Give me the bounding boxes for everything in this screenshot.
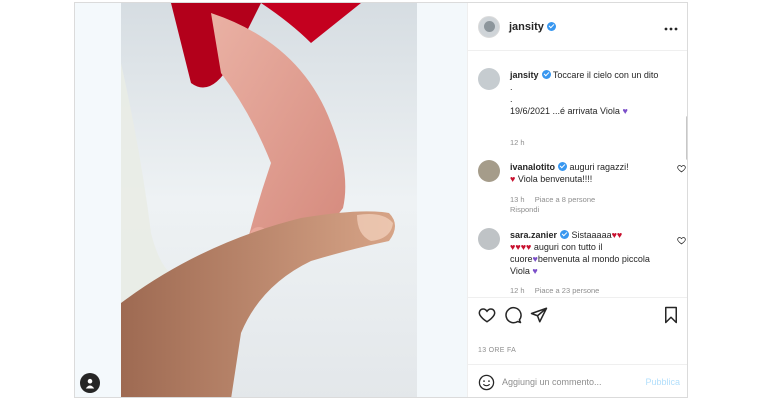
red-heart-icon: ♥ [510, 174, 516, 184]
caption-line-1: Toccare il cielo con un dito [552, 70, 659, 80]
comment-icon[interactable] [504, 306, 522, 324]
comment-likes[interactable]: Piace a 23 persone [535, 286, 600, 295]
comment-text-part: Viola benvenuta!!!! [517, 174, 593, 184]
caption-line-4: 19/6/2021 ...é arrivata Viola [510, 106, 620, 116]
like-comment-icon[interactable] [677, 236, 686, 245]
comment-username[interactable]: sara.zanier [510, 230, 557, 240]
baby-foot-photo [121, 3, 417, 397]
comment-likes[interactable]: Piace a 8 persone [535, 195, 595, 204]
comment-text: sara.zanier Sistaaaaa♥♥ ♥♥♥♥ auguri con … [510, 229, 668, 277]
post-header: jansity [468, 3, 687, 51]
avatar[interactable] [478, 15, 500, 38]
photo-padding [75, 3, 121, 397]
comment-username[interactable]: ivanalotito [510, 162, 555, 172]
share-icon[interactable] [530, 306, 548, 324]
comment-text-part: auguri ragazzi! [569, 162, 629, 172]
comment-meta: 12 h Piace a 23 persone [510, 286, 607, 295]
comment-meta: 13 h Piace a 8 persone [510, 195, 603, 204]
purple-heart-icon: ♥ [532, 266, 538, 276]
comment-input[interactable] [502, 373, 632, 391]
save-icon[interactable] [662, 306, 680, 324]
post-modal: jansity jansity Toccare il cielo con un … [74, 2, 688, 398]
action-bar [468, 297, 687, 331]
reply-link[interactable]: Rispondi [510, 205, 539, 214]
caption-text: jansity Toccare il cielo con un dito . .… [510, 69, 668, 117]
emoji-icon[interactable] [478, 374, 495, 391]
comment-text: ivanalotito auguri ragazzi! ♥ Viola benv… [510, 161, 668, 185]
comments-list[interactable]: jansity Toccare il cielo con un dito . .… [468, 52, 687, 297]
avatar[interactable] [478, 160, 500, 182]
avatar[interactable] [478, 68, 500, 90]
caption-line-2: . [510, 82, 513, 92]
post-time: 13 ORE FA [478, 347, 517, 354]
purple-heart-icon: ♥ [622, 106, 628, 116]
verified-badge-icon [546, 22, 556, 31]
verified-badge-icon [558, 162, 568, 171]
red-heart-icon: ♥♥ [611, 230, 623, 240]
caption-line-3: . [510, 94, 513, 104]
header-username[interactable]: jansity [509, 21, 544, 33]
red-heart-icon: ♥♥♥♥ [510, 242, 532, 252]
comment-bar: Pubblica [468, 364, 687, 397]
page: jansity jansity Toccare il cielo con un … [0, 0, 768, 400]
like-icon[interactable] [478, 306, 496, 324]
photo-area [75, 3, 467, 397]
post-button[interactable]: Pubblica [645, 377, 680, 387]
post-photo[interactable] [121, 3, 417, 397]
like-comment-icon[interactable] [677, 164, 686, 173]
comment-time: 12 h [510, 286, 525, 295]
caption-username[interactable]: jansity [510, 70, 539, 80]
verified-badge-icon [560, 230, 570, 239]
comment-time: 13 h [510, 195, 525, 204]
avatar[interactable] [478, 228, 500, 250]
more-options-icon[interactable] [664, 19, 678, 34]
verified-badge-icon [541, 70, 551, 79]
scrollbar[interactable] [686, 116, 687, 160]
comment-text-part: Sistaaaaa [571, 230, 612, 240]
user-tag-icon[interactable] [80, 373, 100, 393]
post-sidebar: jansity jansity Toccare il cielo con un … [467, 3, 687, 397]
caption-time: 12 h [510, 138, 525, 147]
